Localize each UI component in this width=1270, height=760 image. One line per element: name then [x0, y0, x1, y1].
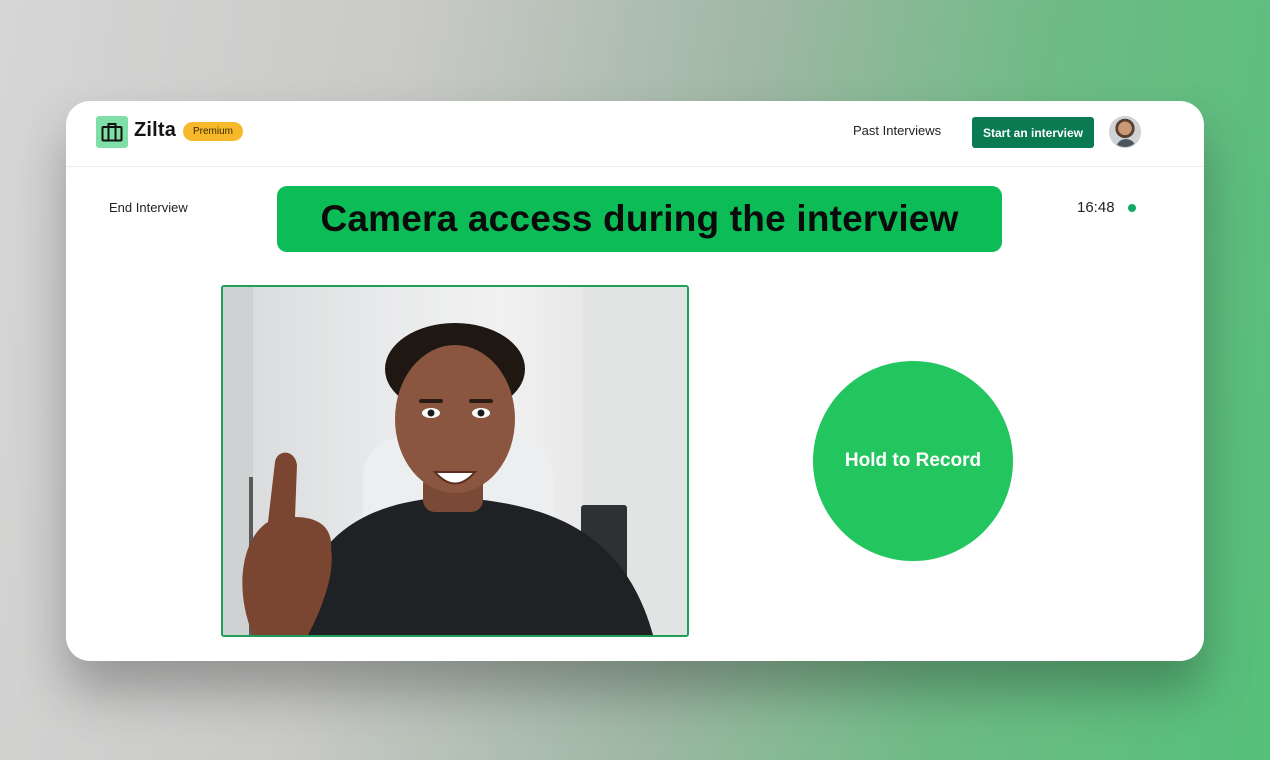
camera-feed-illustration	[223, 287, 687, 635]
user-avatar[interactable]	[1109, 116, 1141, 148]
hold-to-record-button[interactable]: Hold to Record	[813, 361, 1013, 561]
caption-banner: Camera access during the interview	[277, 186, 1002, 252]
app-logo-text: Zilta	[134, 119, 177, 141]
premium-badge: Premium	[183, 122, 243, 141]
start-interview-button[interactable]: Start an interview	[972, 117, 1094, 148]
camera-preview	[221, 285, 689, 637]
interview-window: Zilta Premium Past Interviews Start an i…	[66, 101, 1204, 661]
past-interviews-link[interactable]: Past Interviews	[853, 123, 941, 138]
briefcase-icon	[96, 116, 128, 148]
interview-timer: 16:48	[1077, 199, 1115, 216]
top-navbar: Zilta Premium Past Interviews Start an i…	[66, 101, 1204, 167]
recording-dot-icon	[1128, 204, 1136, 212]
briefcase-icon-svg	[101, 123, 123, 142]
end-interview-link[interactable]: End Interview	[109, 200, 188, 215]
